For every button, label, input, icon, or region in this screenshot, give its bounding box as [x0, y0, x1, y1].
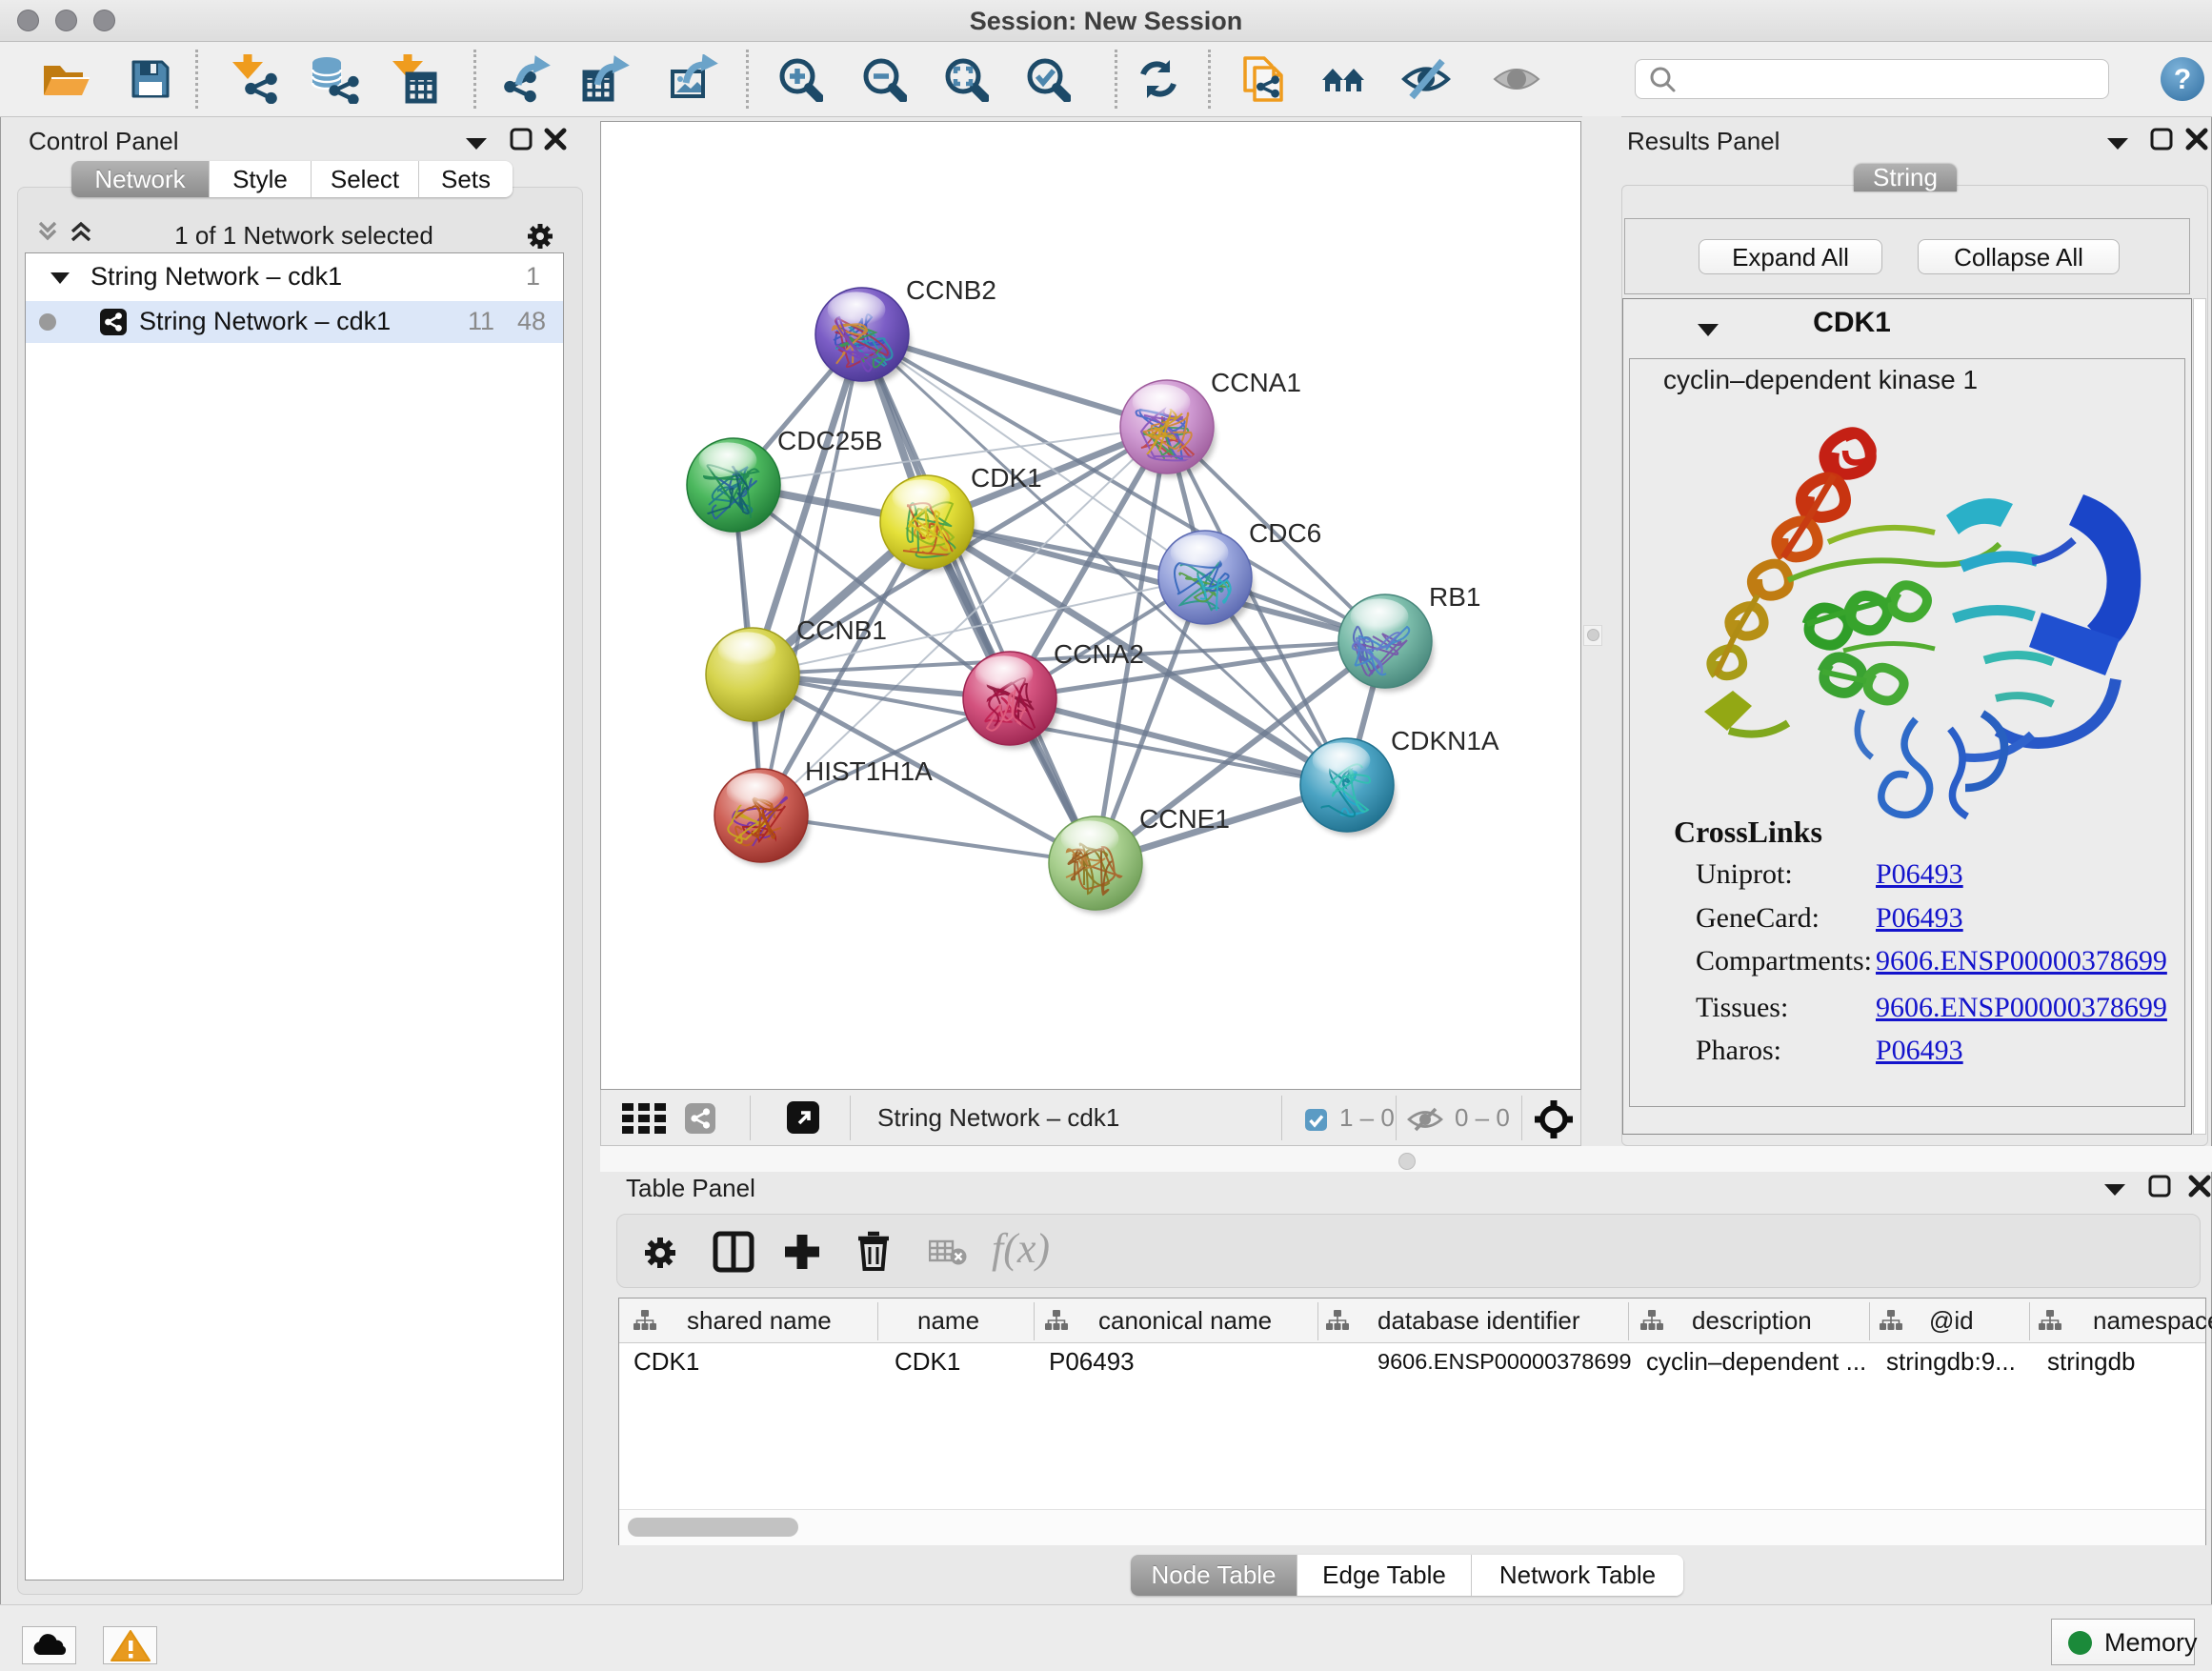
- svg-text:HIST1H1A: HIST1H1A: [805, 756, 933, 786]
- svg-text:CDC6: CDC6: [1249, 518, 1321, 548]
- svg-text:CCNB1: CCNB1: [796, 615, 887, 645]
- svg-text:CCNB2: CCNB2: [906, 275, 996, 305]
- svg-text:CCNE1: CCNE1: [1139, 804, 1230, 834]
- svg-text:CDKN1A: CDKN1A: [1391, 726, 1499, 755]
- svg-text:CCNA2: CCNA2: [1054, 639, 1144, 669]
- svg-text:CDK1: CDK1: [971, 463, 1042, 493]
- svg-text:CCNA1: CCNA1: [1211, 368, 1301, 397]
- svg-text:CDC25B: CDC25B: [777, 426, 882, 455]
- svg-text:?: ?: [2174, 64, 2191, 95]
- svg-text:RB1: RB1: [1429, 582, 1480, 612]
